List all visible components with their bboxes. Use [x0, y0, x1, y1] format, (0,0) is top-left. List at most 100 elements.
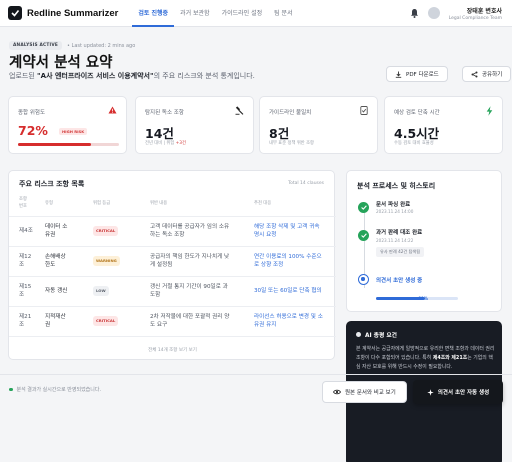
timeline-item-title: 과거 판례 대조 완료 — [376, 230, 423, 236]
generate-label: 의견서 초안 자동 생성 — [437, 390, 490, 396]
bell-icon[interactable] — [410, 8, 419, 20]
subtitle-post: 의 주요 리스크와 분석 통계입니다. — [153, 72, 255, 80]
cell-risk: CRITICAL — [89, 306, 146, 337]
cell-clause: 제21 조 — [9, 306, 41, 337]
cell-recommendation: 해당 조항 삭제 및 고객 귀속 명시 요청 — [250, 216, 336, 247]
stat-note: 내부 표준 정책 위반 조항 — [269, 141, 314, 146]
column-header-risk: 위험 등급 — [89, 192, 146, 217]
check-circle-icon — [358, 230, 369, 241]
cell-type: 손해배상 한도 — [41, 246, 89, 277]
risk-level-badge: LOW — [93, 286, 109, 296]
cell-clause: 제15 조 — [9, 276, 41, 307]
stat-note: 수동 검토 대비 효율성 — [394, 141, 434, 146]
cell-recommendation: 연간 이용료의 100% 수준으 로 상향 조정 — [250, 246, 336, 277]
tab-in-review[interactable]: 검토 진행중 — [132, 0, 175, 27]
risk-level-badge: CRITICAL — [93, 316, 119, 326]
risk-level-badge: CRITICAL — [93, 226, 119, 236]
table-header-row: 조항 번호 유형 위험 등급 위반 내용 추천 대응 — [9, 192, 336, 217]
nav-tabs: 검토 진행중 과거 보관함 가이드라인 설정 팀 문서 — [132, 0, 298, 27]
eye-icon — [333, 389, 341, 395]
stat-card-toxic-clauses: 탐지된 독소 조항 14건 전년 대비 | 위험 +3건 — [135, 96, 254, 154]
stat-card-time-saved: 예상 검토 단축 시간 4.5시간 수동 검토 대비 효율성 — [384, 96, 503, 154]
draft-progress-percent: 60% — [418, 296, 429, 301]
top-nav: Redline Summarizer 검토 진행중 과거 보관함 가이드라인 설… — [0, 0, 512, 27]
risk-chip: HIGH RISK — [59, 128, 88, 135]
risk-progress-fill — [18, 143, 91, 146]
stat-note: 전년 대비 | 위험 +3건 — [145, 140, 186, 146]
view-all-clauses-link[interactable]: 전체 14개 조항 보기 보기 — [9, 347, 336, 353]
page-subtitle: 업로드된 "A사 엔터프라이즈 서비스 이용계약서"의 주요 리스크와 분석 통… — [9, 71, 255, 81]
risk-table: 조항 번호 유형 위험 등급 위반 내용 추천 대응 제4조 데이터 소 유권 CRI… — [9, 192, 336, 337]
download-icon — [395, 71, 402, 78]
stat-note-delta: +3건 — [175, 141, 186, 146]
page-title: 계약서 분석 요약 — [9, 55, 113, 71]
subtitle-pre: 업로드된 — [9, 72, 37, 80]
realtime-note: 분석 결과가 실시간으로 반영되었습니다. — [9, 386, 101, 393]
risk-table-card: 주요 리스크 조항 목록 Total 14 clauses 조항 번호 유형 위험… — [8, 170, 336, 360]
table-row[interactable]: 제4조 데이터 소 유권 CRITICAL 고객 데이터를 공급자가 임의 소유 하는… — [9, 216, 336, 247]
share-label: 공유하기 — [482, 72, 503, 78]
cell-type: 지적재산 권 — [41, 306, 89, 337]
column-header-type: 유형 — [41, 192, 89, 217]
document-name: "A사 엔터프라이즈 서비스 이용계약서" — [37, 72, 154, 80]
cell-clause: 제12 조 — [9, 246, 41, 277]
generate-draft-button[interactable]: 의견서 초안 자동 생성 — [413, 380, 503, 404]
lightning-icon — [486, 106, 493, 118]
tab-team-docs[interactable]: 팀 문서 — [268, 0, 298, 27]
last-updated-text: Last updated: 2 mins ago — [71, 42, 136, 49]
avatar[interactable] — [428, 7, 440, 19]
timeline-item-time: 2023.11.24 14:22 — [376, 238, 414, 243]
cell-type: 데이터 소 유권 — [41, 216, 89, 247]
user-info[interactable]: 장태훈 변호사 Legal Compliance Team — [449, 6, 502, 21]
table-row[interactable]: 제21 조 지적재산 권 CRITICAL 2차 저작물에 대한 포괄적 권리 양 도… — [9, 306, 336, 337]
timeline-item-title: 문서 파싱 완료 — [376, 202, 411, 208]
compare-original-button[interactable]: 원본 문서와 비교 보기 — [322, 381, 407, 403]
stat-note-text: 전년 대비 | 위험 — [145, 141, 176, 146]
cell-risk: CRITICAL — [89, 216, 146, 247]
warning-triangle-icon — [108, 106, 117, 116]
tab-archive[interactable]: 과거 보관함 — [174, 0, 216, 27]
cell-description: 공급자의 책임 한도가 지나치게 낮 게 설정됨 — [146, 246, 250, 277]
stat-label: 가이드라인 불일치 — [269, 110, 312, 116]
stat-card-risk: 종합 위험도 72% HIGH RISK — [8, 96, 127, 154]
app-logo[interactable]: Redline Summarizer — [8, 6, 118, 20]
tab-guidelines[interactable]: 가이드라인 설정 — [216, 0, 269, 27]
logo-icon — [8, 6, 22, 20]
user-name: 장태훈 변호사 — [466, 8, 502, 15]
cell-description: 고객 데이터를 공급자가 임의 소유 하는 독소 조항 — [146, 216, 250, 247]
last-updated: • Last updated: 2 mins ago — [66, 42, 136, 49]
share-icon — [471, 71, 478, 77]
cell-recommendation: 라이선스 허용으로 변경 및 소 유권 유지 — [250, 306, 336, 337]
cell-description: 2차 저작물에 대한 포괄적 권리 양 도 요구 — [146, 306, 250, 337]
ai-body-line: 본 계약서는 공급자에게 일방적으로 유리한 면책 조항 — [356, 346, 465, 352]
stat-label: 예상 검토 단축 시간 — [394, 110, 440, 116]
realtime-note-text: 분석 결과가 실시간으로 반영되었습니다. — [16, 387, 102, 393]
history-card: 분석 프로세스 및 히스토리 — [346, 170, 502, 312]
status-badge: ANALYSIS ACTIVE — [9, 41, 62, 50]
risk-progress-bar — [18, 143, 119, 146]
cell-recommendation: 30일 또는 60일로 단축 협의 — [250, 276, 336, 307]
pdf-download-button[interactable]: PDF 다운로드 — [386, 66, 448, 82]
column-header-reco: 추천 대응 — [250, 192, 336, 217]
compare-label: 원본 문서와 비교 보기 — [345, 390, 396, 396]
share-button[interactable]: 공유하기 — [462, 66, 512, 82]
cell-risk: WARNING — [89, 246, 146, 277]
table-row[interactable]: 제15 조 자동 갱신 LOW 갱신 거절 통지 기간이 90일로 과 도함 30일 또… — [9, 276, 336, 307]
bottom-action-bar: 분석 결과가 실시간으로 반영되었습니다. 원본 문서와 비교 보기 의견서 초… — [0, 374, 512, 406]
table-total: Total 14 clauses — [288, 181, 324, 186]
timeline-item-time: 2023.11.24 14:00 — [376, 209, 414, 214]
column-header-clause: 조항 번호 — [9, 192, 41, 217]
pdf-download-label: PDF 다운로드 — [406, 72, 439, 78]
header-meta: ANALYSIS ACTIVE • Last updated: 2 mins a… — [9, 41, 135, 50]
app-name: Redline Summarizer — [27, 7, 119, 19]
column-header-desc: 위반 내용 — [146, 192, 250, 217]
stat-label: 탐지된 독소 조항 — [145, 110, 184, 116]
cell-risk: LOW — [89, 276, 146, 307]
ai-summary-body: 본 계약서는 공급자에게 일방적으로 유리한 면책 조항과 데이터 권리 조항이… — [356, 345, 496, 372]
draft-progress-bar — [376, 297, 458, 300]
in-progress-icon — [358, 274, 369, 285]
status-dot-icon — [9, 387, 13, 392]
cell-clause: 제4조 — [9, 216, 41, 247]
table-row[interactable]: 제12 조 손해배상 한도 WARNING 공급자의 책임 한도가 지나치게 낮 게 … — [9, 246, 336, 277]
gavel-icon — [235, 106, 244, 117]
